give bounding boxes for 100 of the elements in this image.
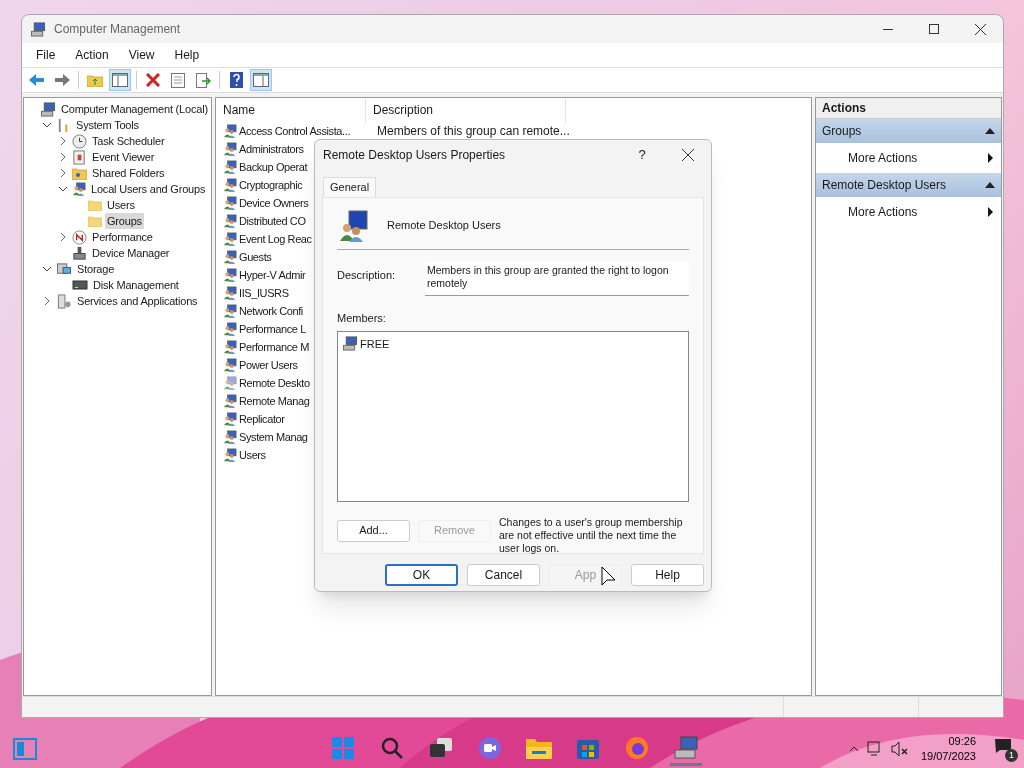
members-list[interactable]: FREE (337, 330, 689, 502)
actions-section-header[interactable]: Groups (816, 119, 1001, 143)
chevron-down-icon[interactable] (42, 264, 52, 274)
windows-logo-icon (332, 736, 354, 759)
folder-icon (88, 199, 102, 211)
tree-item[interactable]: Services and Applications (75, 292, 200, 310)
group-icon (223, 214, 237, 228)
tree-item[interactable]: Event Viewer (90, 148, 157, 166)
group-icon (223, 322, 237, 336)
menu-item[interactable]: Help (164, 46, 210, 64)
field-label: Description: (337, 268, 397, 283)
submenu-arrow-icon (988, 207, 993, 217)
back-arrow-icon (29, 73, 45, 87)
group-description: Members of this group can remote... (376, 123, 570, 140)
group-name[interactable]: Access Control Assista... (237, 122, 371, 140)
network-icon[interactable] (866, 741, 883, 757)
dialog-button[interactable]: OK (385, 564, 458, 586)
group-icon (223, 160, 237, 174)
membership-note: Changes to a user's group membership are not effective until the next time the user logs on. (499, 515, 684, 555)
tree-item[interactable]: Groups (105, 212, 144, 230)
tree-item[interactable]: Performance (90, 228, 155, 246)
video-chat-icon (478, 735, 502, 760)
delete-icon (146, 73, 160, 87)
forward-arrow-icon (54, 73, 70, 87)
dialog-button[interactable]: Cancel (467, 564, 540, 586)
tree-item[interactable]: Storage (75, 260, 117, 278)
tree-item[interactable]: Disk Management (91, 276, 181, 294)
group-icon (223, 124, 237, 138)
menu-item[interactable]: View (118, 46, 165, 64)
group-icon (223, 196, 237, 210)
folder-icon (88, 215, 102, 227)
help-button[interactable]: ? (619, 140, 665, 170)
member-item[interactable]: FREE (360, 335, 390, 352)
group-icon (223, 304, 237, 318)
tree-item[interactable]: Device Manager (90, 244, 172, 262)
action-link[interactable]: More Actions (848, 203, 988, 221)
computer-icon (30, 21, 46, 37)
group-icon (339, 209, 369, 242)
group-icon (223, 358, 237, 372)
mouse-cursor-icon (601, 566, 615, 587)
close-icon (682, 149, 694, 161)
chevron-up-icon[interactable] (848, 746, 859, 752)
group-icon (223, 394, 237, 408)
folder-up-icon (87, 73, 103, 87)
tree-pane-icon (112, 73, 128, 87)
action-pane-icon (253, 73, 269, 87)
toolbar-button[interactable] (250, 69, 272, 91)
search-icon (380, 735, 404, 760)
volume-muted-icon[interactable] (890, 741, 909, 757)
dialog-title: Remote Desktop Users Properties (323, 147, 507, 164)
group-icon (223, 448, 237, 462)
storage-icon (56, 261, 72, 277)
tree-item[interactable]: Users (105, 196, 137, 214)
column-header[interactable]: Description (366, 98, 566, 122)
submenu-arrow-icon (988, 153, 993, 163)
toolbar-button[interactable] (109, 69, 131, 91)
log-icon (72, 149, 87, 165)
shared-folder-icon (72, 166, 87, 180)
menu-item[interactable]: File (26, 46, 66, 64)
actions-title: Actions (816, 98, 1001, 119)
group-icon (223, 340, 237, 354)
group-icon (223, 250, 237, 264)
group-icon (223, 286, 237, 300)
add-button[interactable]: Add... (337, 519, 410, 542)
menu-item[interactable]: Action (65, 46, 119, 64)
clock-time[interactable]: 09:26 (948, 734, 976, 749)
chevron-right-icon[interactable] (42, 296, 52, 306)
tree-item[interactable]: System Tools (74, 116, 141, 134)
group-icon (223, 142, 237, 156)
properties-icon (171, 72, 185, 88)
chevron-down-icon[interactable] (42, 120, 52, 130)
task-view-icon (429, 736, 453, 759)
group-icon (223, 268, 237, 282)
export-icon (195, 72, 211, 88)
description-field[interactable]: Members in this group are granted the right to logon remotely (425, 262, 689, 296)
chevron-down-icon[interactable] (58, 184, 68, 194)
group-icon (72, 182, 86, 196)
server-icon (56, 293, 72, 309)
notification-icon[interactable] (994, 738, 1012, 754)
group-name: Remote Desktop Users (387, 218, 501, 234)
tab[interactable]: General (323, 177, 377, 197)
tree-item[interactable]: Task Scheduler (90, 132, 167, 150)
group-icon (223, 430, 237, 444)
column-header[interactable]: Name (216, 98, 366, 122)
chevron-right-icon[interactable] (58, 232, 68, 242)
window-title: Computer Management (54, 21, 181, 38)
group-icon (223, 178, 237, 192)
tree-item[interactable]: Shared Folders (90, 164, 167, 182)
group-icon (223, 376, 237, 390)
tree-item[interactable]: Computer Management (Local) (59, 100, 210, 118)
field-label: Members: (337, 311, 387, 326)
close-icon (974, 23, 986, 35)
clock-date[interactable]: 19/07/2023 (920, 749, 976, 764)
widgets-icon (13, 738, 37, 760)
tree-item[interactable]: Local Users and Groups (89, 180, 208, 198)
minimize-icon (883, 28, 893, 30)
actions-section-header[interactable]: Remote Desktop Users (816, 173, 1001, 197)
group-icon (223, 412, 237, 426)
action-link[interactable]: More Actions (848, 149, 988, 167)
dialog-button[interactable]: Help (631, 564, 704, 586)
